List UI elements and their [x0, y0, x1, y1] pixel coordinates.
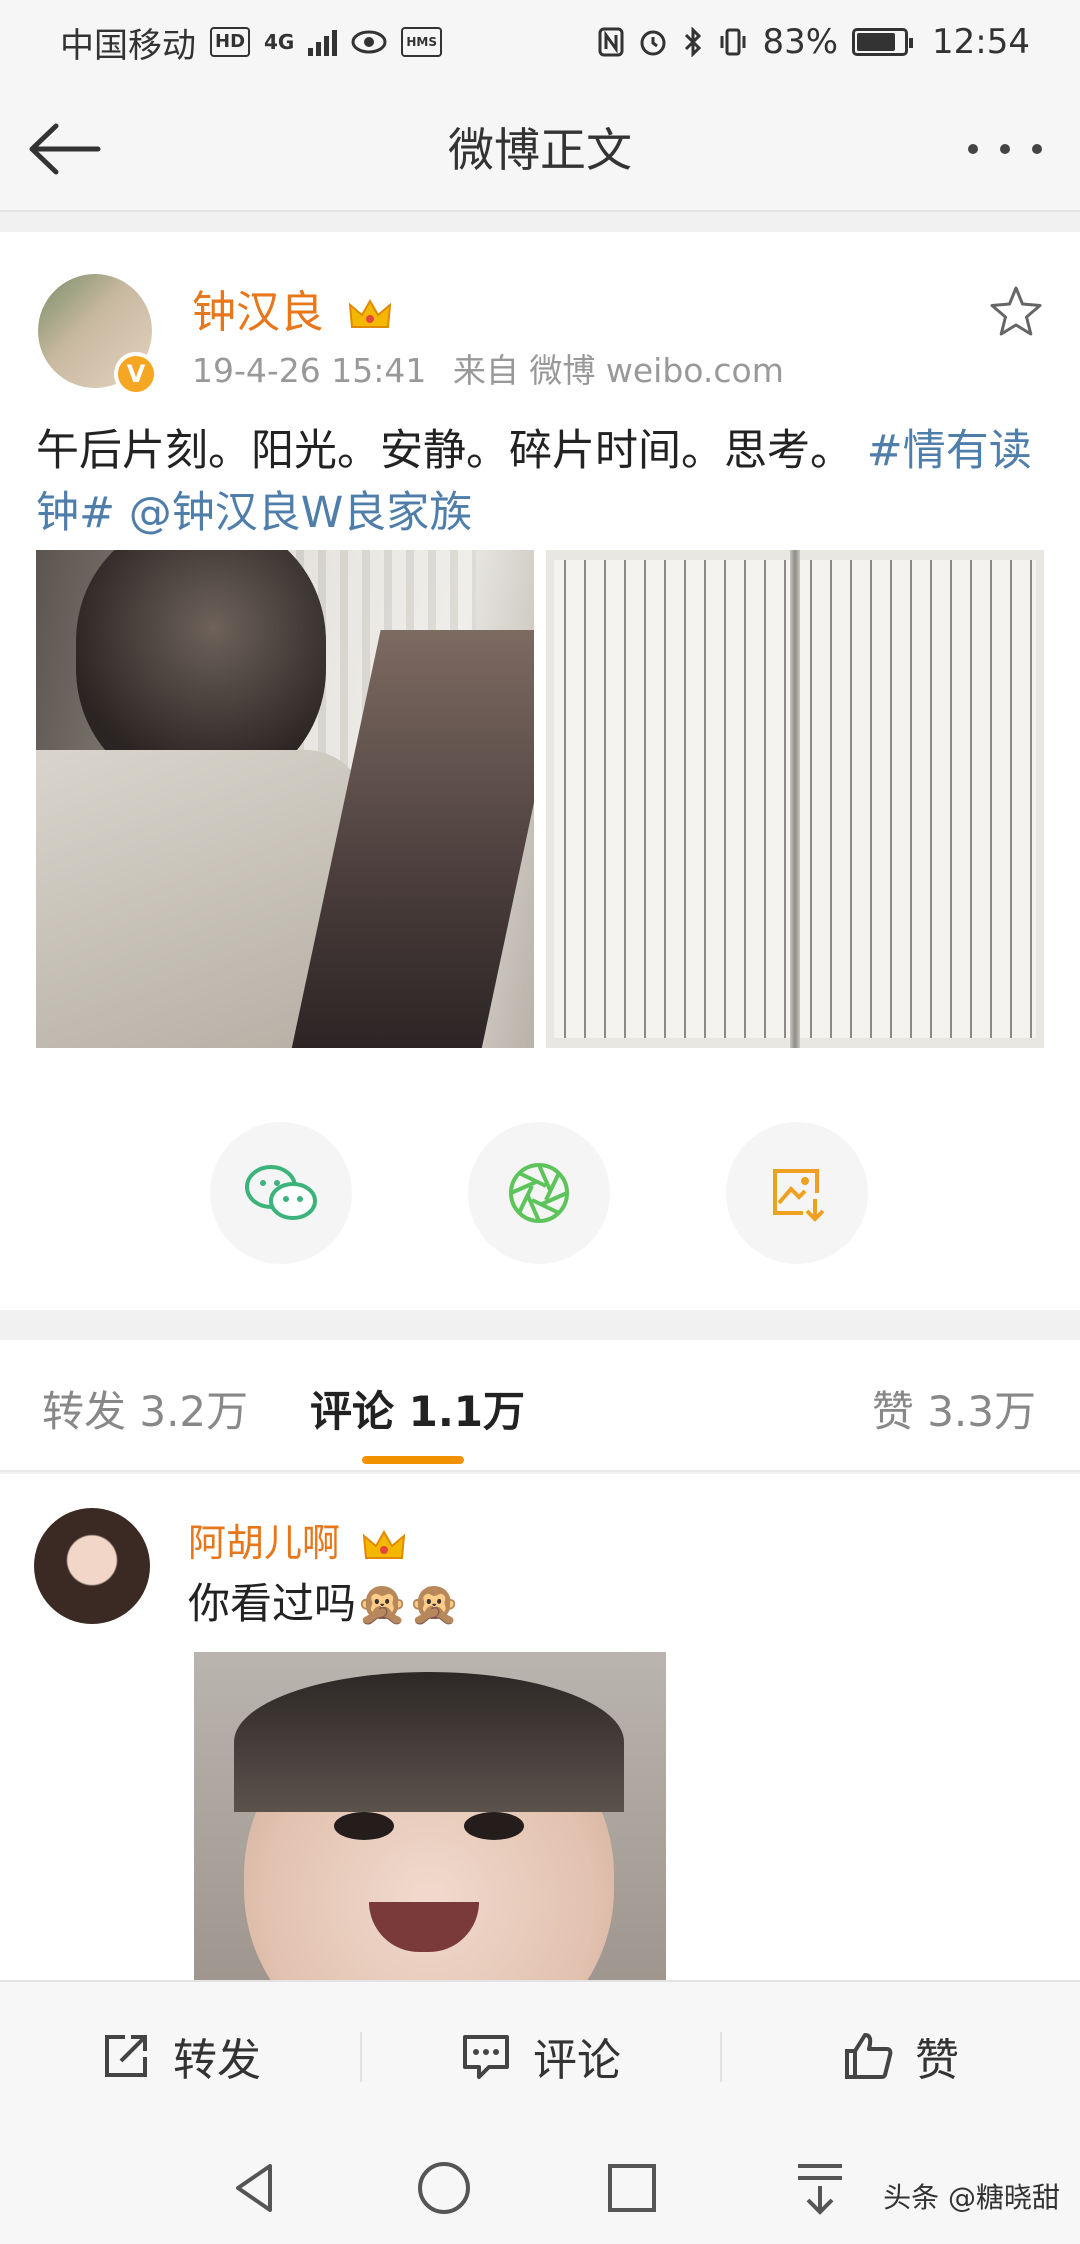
network-label: 4G: [264, 30, 295, 54]
post-card: V 钟汉良 19-4-26 15:41 来自 微博 weibo.com 午后片刻…: [0, 232, 1080, 1310]
share-wechat-button[interactable]: [210, 1122, 352, 1264]
system-nav-bar: 头条 @糖晓甜: [0, 2130, 1080, 2244]
comment-label: 评论: [533, 2035, 621, 2086]
tab-likes[interactable]: 赞 3.3万: [872, 1378, 1036, 1439]
eye-icon: [351, 30, 387, 54]
clock: 12:54: [932, 22, 1030, 62]
moments-icon: [509, 1163, 569, 1223]
comment-text: 你看过吗🙊🙊: [188, 1579, 461, 1628]
nav-notifications-icon[interactable]: [790, 2158, 850, 2218]
page-title: 微博正文: [448, 123, 632, 177]
like-label: 赞: [915, 2035, 959, 2086]
post-timestamp: 19-4-26 15:41: [192, 351, 427, 390]
crown-icon: [348, 298, 392, 328]
save-image-button[interactable]: [726, 1122, 868, 1264]
battery-fill: [857, 33, 896, 51]
signal-icon: [308, 28, 338, 56]
author-name-row[interactable]: 钟汉良: [192, 276, 392, 340]
vibrate-icon: [720, 28, 746, 56]
hd-icon: HD: [210, 27, 251, 57]
top-app-bar: 微博正文: [0, 84, 1080, 212]
commenter-name-row[interactable]: 阿胡儿啊: [188, 1512, 406, 1567]
post-image-2[interactable]: [546, 550, 1044, 1048]
repost-button[interactable]: 转发: [0, 1982, 360, 2130]
verified-badge-icon: V: [114, 352, 158, 396]
repost-icon: [105, 2035, 147, 2077]
comment-item: 阿胡儿啊 你看过吗🙊🙊: [0, 1474, 1080, 1980]
post-source: 来自 微博 weibo.com: [452, 351, 784, 390]
author-name[interactable]: 钟汉良: [192, 287, 324, 338]
thumbs-up-icon: [845, 2033, 893, 2079]
tab-reposts[interactable]: 转发 3.2万: [42, 1378, 248, 1439]
comment-button[interactable]: 评论: [360, 1982, 720, 2130]
nav-recents-icon[interactable]: [602, 2158, 662, 2218]
bottom-action-bar: 转发 评论 赞: [0, 1980, 1080, 2130]
active-tab-indicator: [362, 1456, 464, 1464]
battery-percent: 83%: [762, 22, 839, 62]
save-image-icon: [773, 1169, 825, 1222]
repost-label: 转发: [173, 2035, 261, 2086]
watermark: 头条 @糖晓甜: [883, 2181, 1060, 2214]
carrier-label: 中国移动: [60, 25, 196, 66]
commenter-name[interactable]: 阿胡儿啊: [188, 1521, 340, 1565]
comment-image[interactable]: [194, 1652, 666, 1980]
share-row: [210, 1122, 868, 1264]
favorite-star-icon[interactable]: [988, 284, 1044, 340]
nfc-icon: [598, 27, 624, 57]
crown-icon: [362, 1529, 406, 1559]
nav-home-icon[interactable]: [414, 2158, 474, 2218]
more-options-icon[interactable]: [960, 124, 1050, 174]
share-moments-button[interactable]: [468, 1122, 610, 1264]
like-button[interactable]: 赞: [720, 1982, 1080, 2130]
post-image-1[interactable]: [36, 550, 534, 1048]
wechat-icon: [245, 1165, 317, 1220]
mention-link[interactable]: @钟汉良W良家族: [129, 488, 473, 538]
commenter-avatar[interactable]: [34, 1508, 150, 1624]
battery-icon: [852, 28, 914, 56]
post-text: 午后片刻。阳光。安静。碎片时间。思考。: [36, 426, 853, 476]
post-body: 午后片刻。阳光。安静。碎片时间。思考。 #情有读钟# @钟汉良W良家族: [36, 420, 1046, 544]
post-meta: 19-4-26 15:41 来自 微博 weibo.com: [192, 344, 784, 392]
tab-comments[interactable]: 评论 1.1万: [310, 1378, 525, 1439]
alarm-icon: [640, 30, 666, 56]
bluetooth-icon: [685, 27, 702, 57]
status-bar: 中国移动 HD 4G HMS 83% 12:54: [0, 0, 1080, 84]
interaction-tabs: 转发 3.2万 评论 1.1万 赞 3.3万: [0, 1340, 1080, 1472]
back-arrow-icon[interactable]: [24, 114, 104, 184]
comment-icon: [463, 2035, 509, 2079]
hms-icon: HMS: [401, 27, 442, 57]
nav-back-icon[interactable]: [226, 2158, 286, 2218]
